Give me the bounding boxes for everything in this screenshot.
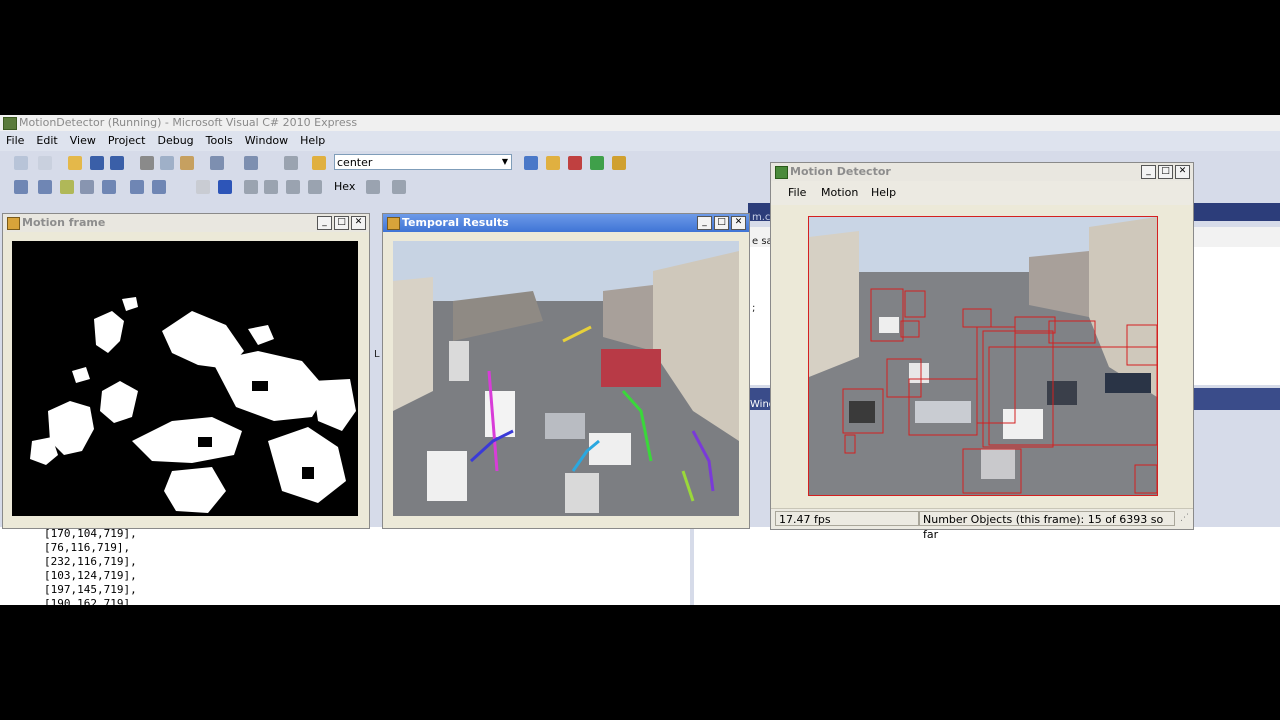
- maximize-button[interactable]: □: [334, 216, 349, 230]
- motion-mask-image: [30, 297, 356, 513]
- hex-toggle[interactable]: Hex: [334, 179, 355, 195]
- stop-debugging-icon[interactable]: [218, 180, 232, 194]
- code-line: [197,145,719],: [44, 583, 137, 596]
- close-button[interactable]: ✕: [351, 216, 366, 230]
- undo-icon[interactable]: [210, 156, 224, 170]
- menu-file[interactable]: File: [0, 131, 30, 151]
- new-project-icon[interactable]: [14, 156, 28, 170]
- minimize-button[interactable]: _: [317, 216, 332, 230]
- save-icon[interactable]: [90, 156, 104, 170]
- resize-grip-icon[interactable]: ⋰: [1180, 513, 1189, 523]
- format-icon[interactable]: [14, 180, 28, 194]
- motion-frame-title-bar[interactable]: Motion frame _ □ ✕: [3, 214, 369, 232]
- find-combo[interactable]: center ▼: [334, 154, 512, 170]
- close-button[interactable]: ✕: [1175, 165, 1190, 179]
- paste-icon[interactable]: [180, 156, 194, 170]
- detector-menu-file[interactable]: File: [788, 181, 806, 205]
- minimize-button[interactable]: _: [1141, 165, 1156, 179]
- cut-icon[interactable]: [140, 156, 154, 170]
- outdent-icon[interactable]: [60, 180, 74, 194]
- motion-detector-window: Motion Detector _ □ ✕ File Motion Help 1…: [770, 162, 1194, 541]
- menu-view[interactable]: View: [64, 131, 102, 151]
- maximize-button[interactable]: □: [1158, 165, 1173, 179]
- ide-title: MotionDetector (Running) - Microsoft Vis…: [19, 116, 358, 129]
- ide-code-fragment-2: L: [374, 349, 380, 360]
- ide-tab-fragment: m.c: [752, 212, 771, 223]
- motion-frame-title: Motion frame: [22, 216, 106, 229]
- start-page-icon[interactable]: [612, 156, 626, 170]
- breakpoints-icon[interactable]: [366, 180, 380, 194]
- menu-help[interactable]: Help: [294, 131, 331, 151]
- menu-project[interactable]: Project: [102, 131, 152, 151]
- temporal-video-canvas: [393, 241, 739, 516]
- find-in-files-icon[interactable]: [312, 156, 326, 170]
- toolbox-icon[interactable]: [590, 156, 604, 170]
- maximize-button[interactable]: □: [714, 216, 729, 230]
- motion-frame-window: Motion frame _ □ ✕: [2, 213, 370, 529]
- object-count-readout: Number Objects (this frame): 15 of 6393 …: [919, 511, 1175, 541]
- window-icon: [7, 217, 20, 230]
- menu-window[interactable]: Window: [239, 131, 294, 151]
- detector-video-canvas: [808, 216, 1158, 496]
- step-out-icon[interactable]: [308, 180, 322, 194]
- save-all-icon[interactable]: [110, 156, 124, 170]
- fps-readout: 17.47 fps: [775, 511, 919, 526]
- find-combo-value: center: [337, 156, 373, 169]
- code-line: [76,116,719],: [44, 541, 131, 554]
- copy-icon[interactable]: [160, 156, 174, 170]
- ide-title-bar: MotionDetector (Running) - Microsoft Vis…: [0, 115, 1280, 131]
- detector-menu-motion[interactable]: Motion: [821, 181, 858, 205]
- visual-csharp-icon: [3, 117, 17, 130]
- desktop-screen: MotionDetector (Running) - Microsoft Vis…: [0, 115, 1280, 605]
- comment-icon[interactable]: [80, 180, 94, 194]
- bookmark-icon[interactable]: [130, 180, 144, 194]
- redo-icon[interactable]: [244, 156, 258, 170]
- indent-icon[interactable]: [38, 180, 52, 194]
- menu-edit[interactable]: Edit: [30, 131, 63, 151]
- street-scene-with-detections: [809, 217, 1157, 495]
- continue-icon[interactable]: [196, 180, 210, 194]
- motion-detector-title-bar[interactable]: Motion Detector _ □ ✕: [771, 163, 1193, 181]
- window-icon: [387, 217, 400, 230]
- ide-code-editor[interactable]: [170,104,719], [76,116,719], [232,116,71…: [0, 527, 690, 605]
- detector-status-bar: 17.47 fps Number Objects (this frame): 1…: [771, 508, 1193, 541]
- step-over-icon[interactable]: [286, 180, 300, 194]
- start-debugging-icon[interactable]: [284, 156, 298, 170]
- code-line: [103,124,719],: [44, 569, 137, 582]
- menu-tools[interactable]: Tools: [200, 131, 239, 151]
- chevron-down-icon[interactable]: ▼: [500, 156, 510, 168]
- solution-explorer-icon[interactable]: [524, 156, 538, 170]
- detector-menu-help[interactable]: Help: [871, 181, 896, 205]
- street-scene-with-tracks: [393, 241, 739, 516]
- close-button[interactable]: ✕: [731, 216, 746, 230]
- temporal-results-title-bar[interactable]: Temporal Results _ □ ✕: [383, 214, 749, 232]
- detector-menu-bar: File Motion Help: [771, 181, 1193, 205]
- minimize-button[interactable]: _: [697, 216, 712, 230]
- add-item-icon[interactable]: [38, 156, 52, 170]
- motion-detector-title: Motion Detector: [790, 165, 891, 178]
- temporal-results-window: Temporal Results _ □ ✕: [382, 213, 750, 529]
- code-line: [190,162,719],: [44, 597, 137, 605]
- motion-mask-canvas: [12, 241, 358, 516]
- window-icon: [775, 166, 788, 179]
- show-next-statement-icon[interactable]: [244, 180, 258, 194]
- ide-lower-pane: [694, 527, 1280, 605]
- ide-menu-bar: File Edit View Project Debug Tools Window Help: [0, 131, 1280, 151]
- open-folder-icon[interactable]: [68, 156, 82, 170]
- code-line: [232,116,719],: [44, 555, 137, 568]
- code-line: [170,104,719],: [44, 527, 137, 540]
- ide-code-fragment: ;: [752, 303, 756, 314]
- object-browser-icon[interactable]: [568, 156, 582, 170]
- temporal-results-title: Temporal Results: [402, 216, 509, 229]
- properties-icon[interactable]: [546, 156, 560, 170]
- uncomment-icon[interactable]: [102, 180, 116, 194]
- windows-menu-icon[interactable]: [392, 180, 406, 194]
- next-bookmark-icon[interactable]: [152, 180, 166, 194]
- menu-debug[interactable]: Debug: [151, 131, 199, 151]
- step-into-icon[interactable]: [264, 180, 278, 194]
